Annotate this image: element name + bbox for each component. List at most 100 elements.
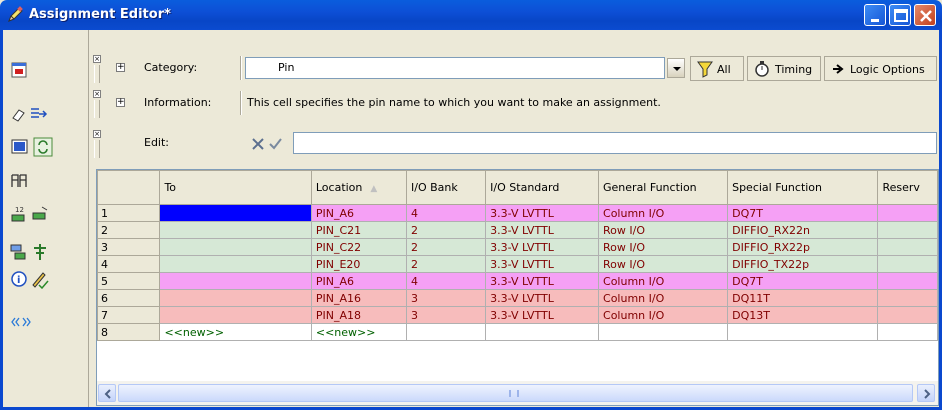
reserved-cell[interactable]: [877, 272, 938, 290]
io-bank-cell[interactable]: 2: [405, 255, 487, 273]
table-row[interactable]: 1 PIN_A6 4 3.3-V LVTTL Column I/O DQ7T: [97, 204, 938, 222]
close-button[interactable]: [914, 4, 936, 26]
export-arrow-icon[interactable]: [29, 104, 49, 124]
general-function-cell[interactable]: Column I/O: [598, 289, 729, 307]
io-standard-cell[interactable]: 3.3-V LVTTL: [485, 221, 600, 239]
to-cell[interactable]: [159, 306, 312, 324]
special-function-cell[interactable]: DIFFIO_TX22p: [727, 255, 879, 273]
row-number-cell[interactable]: 8: [97, 323, 161, 341]
column-header-location[interactable]: Location ▲: [310, 170, 408, 205]
window-icon[interactable]: [10, 137, 30, 157]
location-cell[interactable]: PIN_A18: [310, 306, 408, 324]
filter-icon[interactable]: [9, 242, 29, 262]
scrollbar-thumb[interactable]: [118, 384, 913, 402]
close-bar-icon[interactable]: ×: [93, 55, 101, 63]
category-bar-grip[interactable]: ×: [93, 55, 101, 83]
special-function-cell[interactable]: DQ11T: [727, 289, 879, 307]
edit-cancel-accept-icons[interactable]: [250, 136, 288, 152]
io-standard-cell[interactable]: 3.3-V LVTTL: [485, 272, 600, 290]
node-finder-icon[interactable]: [30, 242, 50, 262]
expand-chevrons-icon[interactable]: [11, 312, 31, 332]
io-standard-cell[interactable]: 3.3-V LVTTL: [485, 255, 600, 273]
expand-information-icon[interactable]: +: [116, 98, 125, 107]
table-row[interactable]: 2 PIN_C21 2 3.3-V LVTTL Row I/O DIFFIO_RX22n: [97, 221, 938, 239]
to-cell[interactable]: [159, 221, 312, 239]
to-cell[interactable]: [159, 289, 312, 307]
special-function-cell[interactable]: DQ13T: [727, 306, 879, 324]
assignment-icon[interactable]: [10, 60, 30, 80]
row-number-cell[interactable]: 4: [97, 255, 161, 273]
special-function-cell[interactable]: DQ7T: [727, 272, 879, 290]
eraser-icon[interactable]: [9, 104, 29, 124]
to-cell[interactable]: [159, 272, 312, 290]
edit-bar-grip[interactable]: ×: [93, 130, 101, 158]
table-row[interactable]: 8 <<new>> <<new>>: [97, 323, 938, 341]
row-number-cell[interactable]: 2: [97, 221, 161, 239]
scroll-right-button[interactable]: [917, 384, 935, 402]
timing-button[interactable]: Timing: [747, 56, 821, 81]
row-number-cell[interactable]: 7: [97, 306, 161, 324]
category-select[interactable]: Pin: [245, 57, 665, 79]
table-row[interactable]: 4 PIN_E20 2 3.3-V LVTTL Row I/O DIFFIO_TX22p: [97, 255, 938, 273]
table-row[interactable]: 5 PIN_A6 4 3.3-V LVTTL Column I/O DQ7T: [97, 272, 938, 290]
table-row[interactable]: 6 PIN_A16 3 3.3-V LVTTL Column I/O DQ11T: [97, 289, 938, 307]
io-bank-cell[interactable]: [405, 323, 487, 341]
column-header[interactable]: Reserv: [877, 170, 938, 205]
special-function-cell[interactable]: DQ7T: [727, 204, 879, 222]
reserved-cell[interactable]: [877, 221, 938, 239]
general-function-cell[interactable]: Column I/O: [598, 306, 729, 324]
location-cell[interactable]: <<new>>: [310, 323, 408, 341]
location-cell[interactable]: PIN_C21: [310, 221, 408, 239]
io-standard-cell[interactable]: [485, 323, 600, 341]
io-bank-cell[interactable]: 2: [405, 238, 487, 256]
information-bar-grip[interactable]: ×: [93, 90, 101, 118]
to-cell[interactable]: [159, 255, 312, 273]
reserved-cell[interactable]: [877, 323, 938, 341]
reserved-cell[interactable]: [877, 204, 938, 222]
general-function-cell[interactable]: Column I/O: [598, 204, 729, 222]
io-standard-cell[interactable]: 3.3-V LVTTL: [485, 238, 600, 256]
special-function-cell[interactable]: [727, 323, 879, 341]
row-header-corner[interactable]: [97, 170, 161, 205]
scroll-left-button[interactable]: [98, 384, 116, 402]
column-header[interactable]: Special Function: [727, 170, 879, 205]
expand-category-icon[interactable]: +: [116, 63, 125, 72]
column-header[interactable]: To: [159, 170, 312, 205]
general-function-cell[interactable]: Row I/O: [598, 238, 729, 256]
general-function-cell[interactable]: [598, 323, 729, 341]
pin-planner-icon[interactable]: [9, 171, 29, 191]
sort-descending-icon[interactable]: [30, 204, 50, 224]
table-row[interactable]: 3 PIN_C22 2 3.3-V LVTTL Row I/O DIFFIO_RX22p: [97, 238, 938, 256]
location-cell[interactable]: PIN_C22: [310, 238, 408, 256]
special-function-cell[interactable]: DIFFIO_RX22n: [727, 221, 879, 239]
column-header[interactable]: General Function: [598, 170, 729, 205]
maximize-button[interactable]: [889, 4, 911, 26]
edit-check-icon[interactable]: [29, 269, 49, 289]
close-bar-icon[interactable]: ×: [93, 90, 101, 98]
io-standard-cell[interactable]: 3.3-V LVTTL: [485, 306, 600, 324]
logic-options-button[interactable]: Logic Options: [824, 56, 937, 81]
all-button[interactable]: All: [690, 56, 744, 81]
row-number-cell[interactable]: 5: [97, 272, 161, 290]
general-function-cell[interactable]: Row I/O: [598, 221, 729, 239]
edit-input[interactable]: [293, 132, 937, 154]
row-number-cell[interactable]: 6: [97, 289, 161, 307]
column-header[interactable]: I/O Bank: [405, 170, 487, 205]
location-cell[interactable]: PIN_A6: [310, 272, 408, 290]
reserved-cell[interactable]: [877, 306, 938, 324]
location-cell[interactable]: PIN_A6: [310, 204, 408, 222]
special-function-cell[interactable]: DIFFIO_RX22p: [727, 238, 879, 256]
reserved-cell[interactable]: [877, 238, 938, 256]
io-standard-cell[interactable]: 3.3-V LVTTL: [485, 204, 600, 222]
table-row[interactable]: 7 PIN_A18 3 3.3-V LVTTL Column I/O DQ13T: [97, 306, 938, 324]
io-bank-cell[interactable]: 2: [405, 221, 487, 239]
io-standard-cell[interactable]: 3.3-V LVTTL: [485, 289, 600, 307]
io-bank-cell[interactable]: 4: [405, 204, 487, 222]
close-bar-icon[interactable]: ×: [93, 130, 101, 138]
category-dropdown-button[interactable]: [667, 58, 685, 78]
io-bank-cell[interactable]: 4: [405, 272, 487, 290]
row-number-cell[interactable]: 3: [97, 238, 161, 256]
reserved-cell[interactable]: [877, 289, 938, 307]
horizontal-scrollbar[interactable]: [97, 381, 938, 405]
location-cell[interactable]: PIN_E20: [310, 255, 408, 273]
